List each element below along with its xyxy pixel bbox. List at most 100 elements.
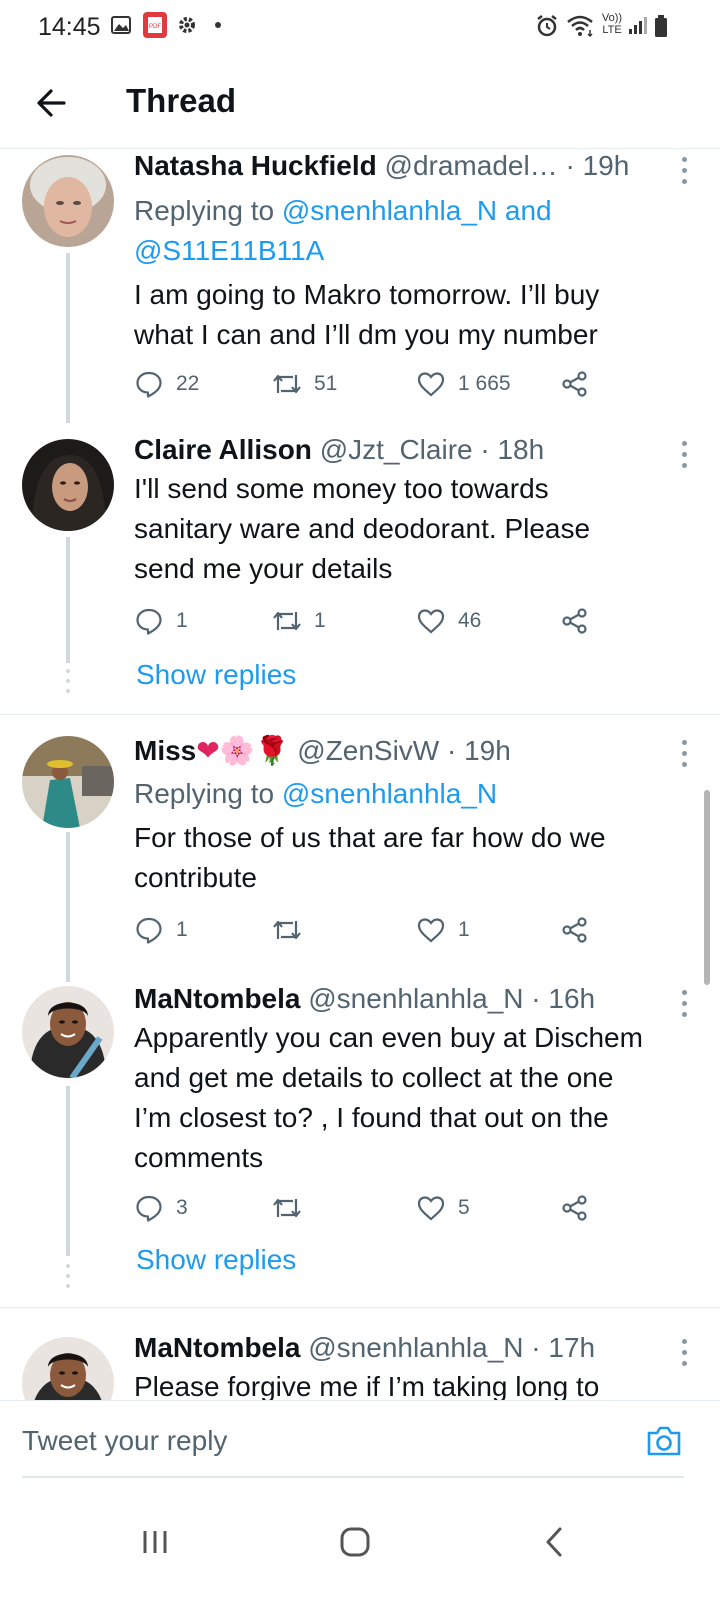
more-icon[interactable]	[682, 441, 690, 474]
retweet-icon	[273, 611, 301, 631]
thread-feed[interactable]: Natasha Huckfield @dramadel… · 19h Reply…	[0, 149, 720, 1419]
username[interactable]: @snenhlanhla_N	[308, 1332, 523, 1363]
tweet-text: I'll send some money too towards sanitar…	[134, 469, 694, 589]
like-count: 1	[458, 918, 470, 941]
divider	[0, 714, 720, 715]
reply-icon	[136, 371, 162, 398]
mention-link[interactable]: @snenhlanhla_N and	[282, 195, 552, 226]
like-count: 1 665	[458, 372, 511, 395]
like-button[interactable]: 1 665	[416, 364, 511, 404]
username[interactable]: @dramadel…	[385, 150, 558, 181]
status-time: 14:45	[38, 13, 101, 41]
back-arrow-icon[interactable]	[28, 78, 78, 128]
tweet-text-line: I am going to Makro tomorrow. I’ll buy	[134, 279, 600, 310]
volte-label: Vo)) LTE	[601, 12, 623, 36]
avatar[interactable]	[22, 155, 114, 247]
more-icon[interactable]	[682, 157, 690, 190]
tweet-text-line: sanitary ware and deodorant. Please	[134, 513, 591, 544]
share-icon	[562, 371, 587, 397]
display-name[interactable]: Claire Allison	[134, 434, 312, 465]
thread-connector	[66, 253, 70, 423]
share-button[interactable]	[560, 1188, 590, 1228]
share-icon	[562, 1195, 587, 1221]
divider	[0, 1307, 720, 1308]
tweet[interactable]: Natasha Huckfield @dramadel… · 19h Reply…	[0, 149, 720, 423]
tweet-text-line: send me your details	[134, 553, 393, 584]
like-button[interactable]: 46	[416, 601, 481, 641]
thread-connector	[66, 1086, 70, 1256]
reply-count: 3	[176, 1196, 188, 1219]
reply-button[interactable]: 1	[134, 601, 188, 641]
home-icon[interactable]	[330, 1522, 380, 1562]
tweet-header: Natasha Huckfield @dramadel… · 19h	[134, 149, 694, 183]
more-icon[interactable]	[682, 740, 690, 773]
separator-dot: ·	[480, 434, 498, 465]
like-button[interactable]: 1	[416, 910, 470, 950]
username[interactable]: @Jzt_Claire	[320, 434, 473, 465]
more-icon[interactable]	[682, 1339, 690, 1372]
tweet-text: I am going to Makro tomorrow. I’ll buy w…	[134, 275, 694, 355]
separator-dot: ·	[531, 1332, 549, 1363]
retweet-button[interactable]: 1	[272, 601, 326, 641]
display-name[interactable]: Natasha Huckfield	[134, 150, 377, 181]
reply-button[interactable]: 22	[134, 364, 199, 404]
like-count: 46	[458, 609, 482, 632]
avatar[interactable]	[22, 439, 114, 531]
like-button[interactable]: 5	[416, 1188, 470, 1228]
reply-count: 22	[176, 372, 200, 395]
display-name[interactable]: MaNtombela	[134, 983, 300, 1014]
recents-icon[interactable]	[130, 1522, 180, 1562]
replying-to: Replying to @snenhlanhla_N	[134, 774, 694, 814]
username[interactable]: @snenhlanhla_N	[308, 983, 523, 1014]
reply-composer: Tweet your reply	[0, 1400, 720, 1483]
separator-dot: ·	[565, 150, 583, 181]
tweet-actions: 1 1 46	[134, 601, 614, 641]
avatar[interactable]	[22, 736, 114, 828]
tweet-text-line: and get me details to collect at the one	[134, 1062, 614, 1093]
share-icon	[562, 917, 587, 943]
avatar[interactable]	[22, 986, 114, 1078]
camera-icon[interactable]	[644, 1421, 684, 1461]
tweet-text-line: I'll send some money too towards	[134, 473, 549, 504]
scrollbar-thumb[interactable]	[704, 790, 710, 985]
tweet-header: MaNtombela @snenhlanhla_N · 17h	[134, 1331, 694, 1365]
reply-input[interactable]: Tweet your reply	[22, 1425, 227, 1457]
replying-to-prefix: Replying to	[134, 195, 275, 226]
more-replies-indicator	[66, 1264, 70, 1294]
share-button[interactable]	[560, 910, 590, 950]
tweet-text-line: Apparently you can even buy at Dischem	[134, 1022, 643, 1053]
timestamp: 19h	[464, 735, 511, 766]
like-count: 5	[458, 1196, 470, 1219]
retweet-count: 51	[314, 372, 338, 395]
reply-button[interactable]: 3	[134, 1188, 188, 1228]
mention-link[interactable]: @S11E11B11A	[134, 235, 324, 266]
tweet-text: Apparently you can even buy at Dischem a…	[134, 1018, 694, 1178]
wifi-icon	[567, 15, 593, 38]
tweet-text-line: For those of us that are far how do we	[134, 822, 606, 853]
tweet-text-line: I’m closest to? , I found that out on th…	[134, 1102, 609, 1133]
back-nav-icon[interactable]	[530, 1522, 580, 1562]
show-replies-link[interactable]: Show replies	[136, 1244, 296, 1276]
reply-icon	[136, 1195, 162, 1222]
reply-button[interactable]: 1	[134, 910, 188, 950]
signal-icon	[629, 17, 647, 34]
display-name[interactable]: MaNtombela	[134, 1332, 300, 1363]
more-icon[interactable]	[682, 990, 690, 1023]
tweet-actions: 22 51 1 665	[134, 364, 614, 404]
tweet[interactable]: MaNtombela @snenhlanhla_N · 16h Apparent…	[0, 982, 720, 1307]
settings-notification-icon	[179, 17, 195, 33]
share-icon	[562, 608, 587, 634]
retweet-button[interactable]	[272, 1188, 314, 1228]
share-button[interactable]	[560, 601, 590, 641]
show-replies-link[interactable]: Show replies	[136, 659, 296, 691]
svg-text:PDF: PDF	[149, 24, 161, 30]
mention-link[interactable]: @snenhlanhla_N	[282, 778, 497, 809]
username[interactable]: @ZenSivW	[297, 735, 439, 766]
display-name[interactable]: Miss	[134, 735, 196, 766]
retweet-button[interactable]: 51	[272, 364, 337, 404]
alarm-icon	[537, 15, 557, 37]
share-button[interactable]	[560, 364, 590, 404]
retweet-button[interactable]	[272, 910, 314, 950]
tweet[interactable]: Miss❤🌸🌹 @ZenSivW · 19h Replying to @snen…	[0, 734, 720, 982]
tweet[interactable]: Claire Allison @Jzt_Claire · 18h I'll se…	[0, 433, 720, 713]
